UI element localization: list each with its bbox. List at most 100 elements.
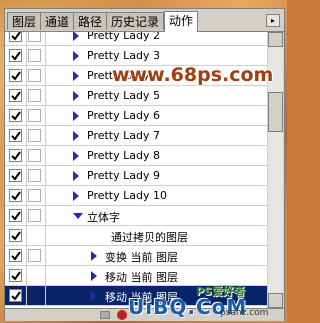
toggle-dialog-checkbox[interactable]	[28, 169, 41, 182]
column-divider	[45, 32, 46, 46]
scroll-down-icon[interactable]	[268, 293, 283, 308]
toggle-item-checkbox[interactable]	[9, 209, 22, 222]
column-divider	[45, 166, 46, 186]
toggle-item-checkbox[interactable]	[9, 49, 22, 62]
watermark-small: psahz.com	[220, 308, 269, 318]
tab-history[interactable]: 历史记录	[106, 12, 165, 30]
toggle-item-checkbox[interactable]	[9, 189, 22, 202]
toggle-item-checkbox[interactable]	[9, 269, 22, 282]
column-divider	[45, 186, 46, 206]
expand-arrow-icon[interactable]	[73, 131, 79, 141]
toggle-dialog-checkbox[interactable]	[28, 69, 41, 82]
column-divider	[45, 126, 46, 146]
collapse-arrow-icon[interactable]	[73, 213, 83, 219]
panel-tab-bar: 图层 通道 路径 历史记录 动作 ▸	[5, 9, 284, 32]
column-divider	[45, 66, 46, 86]
action-row[interactable]: Pretty Lady 7	[5, 126, 267, 146]
toggle-dialog-checkbox[interactable]	[28, 49, 41, 62]
toggle-item-checkbox[interactable]	[9, 289, 22, 302]
column-divider	[45, 146, 46, 166]
toggle-dialog-checkbox[interactable]	[28, 32, 41, 42]
toggle-item-checkbox[interactable]	[9, 229, 22, 242]
column-divider	[26, 66, 27, 86]
toggle-item-checkbox[interactable]	[9, 249, 22, 262]
record-icon[interactable]	[117, 310, 127, 320]
column-divider	[45, 106, 46, 126]
toggle-item-checkbox[interactable]	[9, 169, 22, 182]
column-divider	[26, 106, 27, 126]
action-row[interactable]: Pretty Lady 2	[5, 32, 267, 46]
column-divider	[45, 286, 46, 306]
expand-arrow-icon[interactable]	[73, 191, 79, 201]
column-divider	[26, 246, 27, 266]
toggle-dialog-checkbox[interactable]	[28, 209, 41, 222]
action-row[interactable]: 通过拷贝的图层	[5, 226, 267, 246]
toggle-item-checkbox[interactable]	[9, 109, 22, 122]
column-divider	[26, 286, 27, 306]
tab-paths[interactable]: 路径	[73, 12, 108, 30]
column-divider	[26, 86, 27, 106]
tab-layers[interactable]: 图层	[7, 12, 42, 30]
column-divider	[26, 126, 27, 146]
column-divider	[26, 186, 27, 206]
expand-arrow-icon[interactable]	[91, 291, 97, 301]
expand-arrow-icon[interactable]	[73, 111, 79, 121]
expand-arrow-icon[interactable]	[73, 71, 79, 81]
column-divider	[26, 146, 27, 166]
expand-arrow-icon[interactable]	[73, 171, 79, 181]
column-divider	[45, 86, 46, 106]
scroll-up-icon[interactable]	[268, 32, 283, 47]
action-row[interactable]: Pretty Lady 9	[5, 166, 267, 186]
toggle-dialog-checkbox[interactable]	[28, 189, 41, 202]
scroll-thumb[interactable]	[268, 92, 283, 132]
column-divider	[45, 226, 46, 246]
action-label: Pretty Lady 3	[87, 49, 160, 62]
tab-channels[interactable]: 通道	[40, 12, 75, 30]
toggle-item-checkbox[interactable]	[9, 149, 22, 162]
action-row[interactable]: Pretty Lady 3	[5, 46, 267, 66]
action-label: 移动 当前 图层	[105, 271, 178, 284]
toggle-item-checkbox[interactable]	[9, 89, 22, 102]
action-row[interactable]: 变换 当前 图层	[5, 246, 267, 266]
action-label: Pretty Lady 2	[87, 32, 160, 42]
expand-arrow-icon[interactable]	[73, 32, 79, 41]
column-divider	[26, 46, 27, 66]
action-row[interactable]: 立体字	[5, 206, 267, 226]
toggle-dialog-checkbox[interactable]	[28, 109, 41, 122]
expand-arrow-icon[interactable]	[73, 91, 79, 101]
toggle-dialog-checkbox[interactable]	[28, 129, 41, 142]
toggle-item-checkbox[interactable]	[9, 69, 22, 82]
column-divider	[26, 166, 27, 186]
watermark-top: www.68ps.com	[112, 64, 274, 86]
action-row[interactable]: Pretty Lady 10	[5, 186, 267, 206]
panel-menu-arrow-icon[interactable]: ▸	[266, 14, 280, 27]
column-divider	[26, 226, 27, 246]
stop-playing-icon[interactable]	[100, 311, 110, 319]
toggle-dialog-checkbox[interactable]	[28, 249, 41, 262]
expand-arrow-icon[interactable]	[91, 251, 97, 261]
action-label: Pretty Lady 6	[87, 109, 160, 122]
action-label: Pretty Lady 8	[87, 149, 160, 162]
toggle-dialog-checkbox[interactable]	[28, 89, 41, 102]
action-label: 通过拷贝的图层	[111, 231, 188, 244]
expand-arrow-icon[interactable]	[73, 151, 79, 161]
action-label: Pretty Lady 7	[87, 129, 160, 142]
action-label: Pretty Lady 10	[87, 189, 167, 202]
column-divider	[26, 32, 27, 46]
actions-panel: 图层 通道 路径 历史记录 动作 ▸ Pretty Lady 2 Pretty L…	[4, 8, 285, 321]
column-divider	[45, 206, 46, 226]
action-row[interactable]: Pretty Lady 5	[5, 86, 267, 106]
expand-arrow-icon[interactable]	[73, 51, 79, 61]
column-divider	[45, 46, 46, 66]
tab-actions[interactable]: 动作	[164, 11, 199, 32]
column-divider	[26, 266, 27, 286]
expand-arrow-icon[interactable]	[91, 271, 97, 281]
action-row[interactable]: Pretty Lady 6	[5, 106, 267, 126]
toggle-item-checkbox[interactable]	[9, 129, 22, 142]
action-label: Pretty Lady 5	[87, 89, 160, 102]
toggle-dialog-checkbox[interactable]	[28, 149, 41, 162]
column-divider	[45, 266, 46, 286]
toggle-item-checkbox[interactable]	[9, 32, 22, 42]
action-label: 立体字	[87, 211, 120, 224]
action-row[interactable]: Pretty Lady 8	[5, 146, 267, 166]
